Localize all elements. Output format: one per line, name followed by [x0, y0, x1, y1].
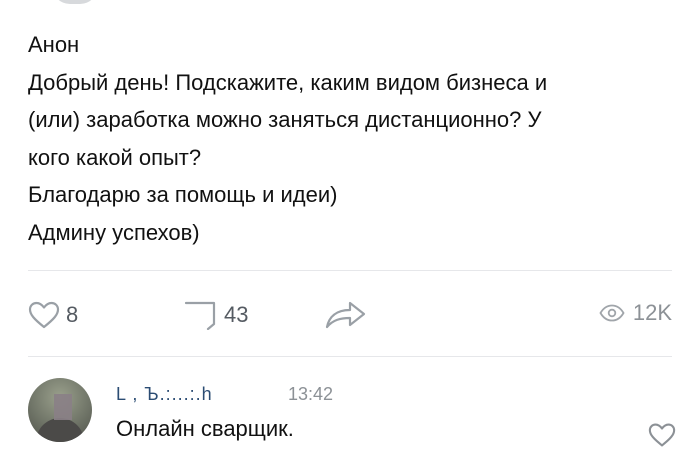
views-counter: 12K [599, 300, 672, 326]
heart-icon [648, 423, 676, 447]
divider [28, 356, 672, 357]
avatar-face-blur [54, 394, 72, 420]
like-count: 8 [66, 302, 79, 327]
share-arrow-icon [324, 300, 368, 330]
share-button[interactable] [324, 300, 368, 330]
heart-icon [28, 300, 60, 330]
previous-avatar-edge [52, 0, 98, 4]
post-text-line: Добрый день! Подскажите, каким видом биз… [28, 69, 548, 95]
comment-like-button[interactable] [648, 422, 676, 453]
views-count: 12K [632, 300, 672, 325]
comment-timestamp: 13:42 [288, 384, 334, 404]
post-body: Анон Добрый день! Подскажите, каким видо… [28, 26, 678, 251]
avatar-shoulders [36, 418, 84, 442]
post-text-line: (или) заработка можно заняться дистанцио… [28, 107, 542, 132]
post-author-name: Анон [28, 32, 80, 57]
avatar[interactable] [28, 378, 92, 442]
comment-text: Онлайн сварщик. [116, 416, 294, 441]
post-text-line: Благодарю за помощь и идеи) [28, 182, 338, 207]
comment-button[interactable]: 43 [184, 300, 248, 330]
post-text-line: кого какой опыт? [28, 144, 202, 170]
comment-author-name[interactable]: L , Ъ.:...:.h [116, 384, 213, 405]
comment-icon [184, 300, 218, 330]
divider [28, 270, 672, 271]
comment-item: L , Ъ.:...:.h 13:42 Онлайн сварщик. [28, 378, 678, 458]
post-text-line: Админу успехов) [28, 219, 200, 245]
comment-count: 43 [224, 302, 249, 327]
eye-icon [599, 304, 625, 322]
post-actions: 8 43 12K [28, 296, 678, 336]
like-button[interactable]: 8 [28, 300, 78, 330]
